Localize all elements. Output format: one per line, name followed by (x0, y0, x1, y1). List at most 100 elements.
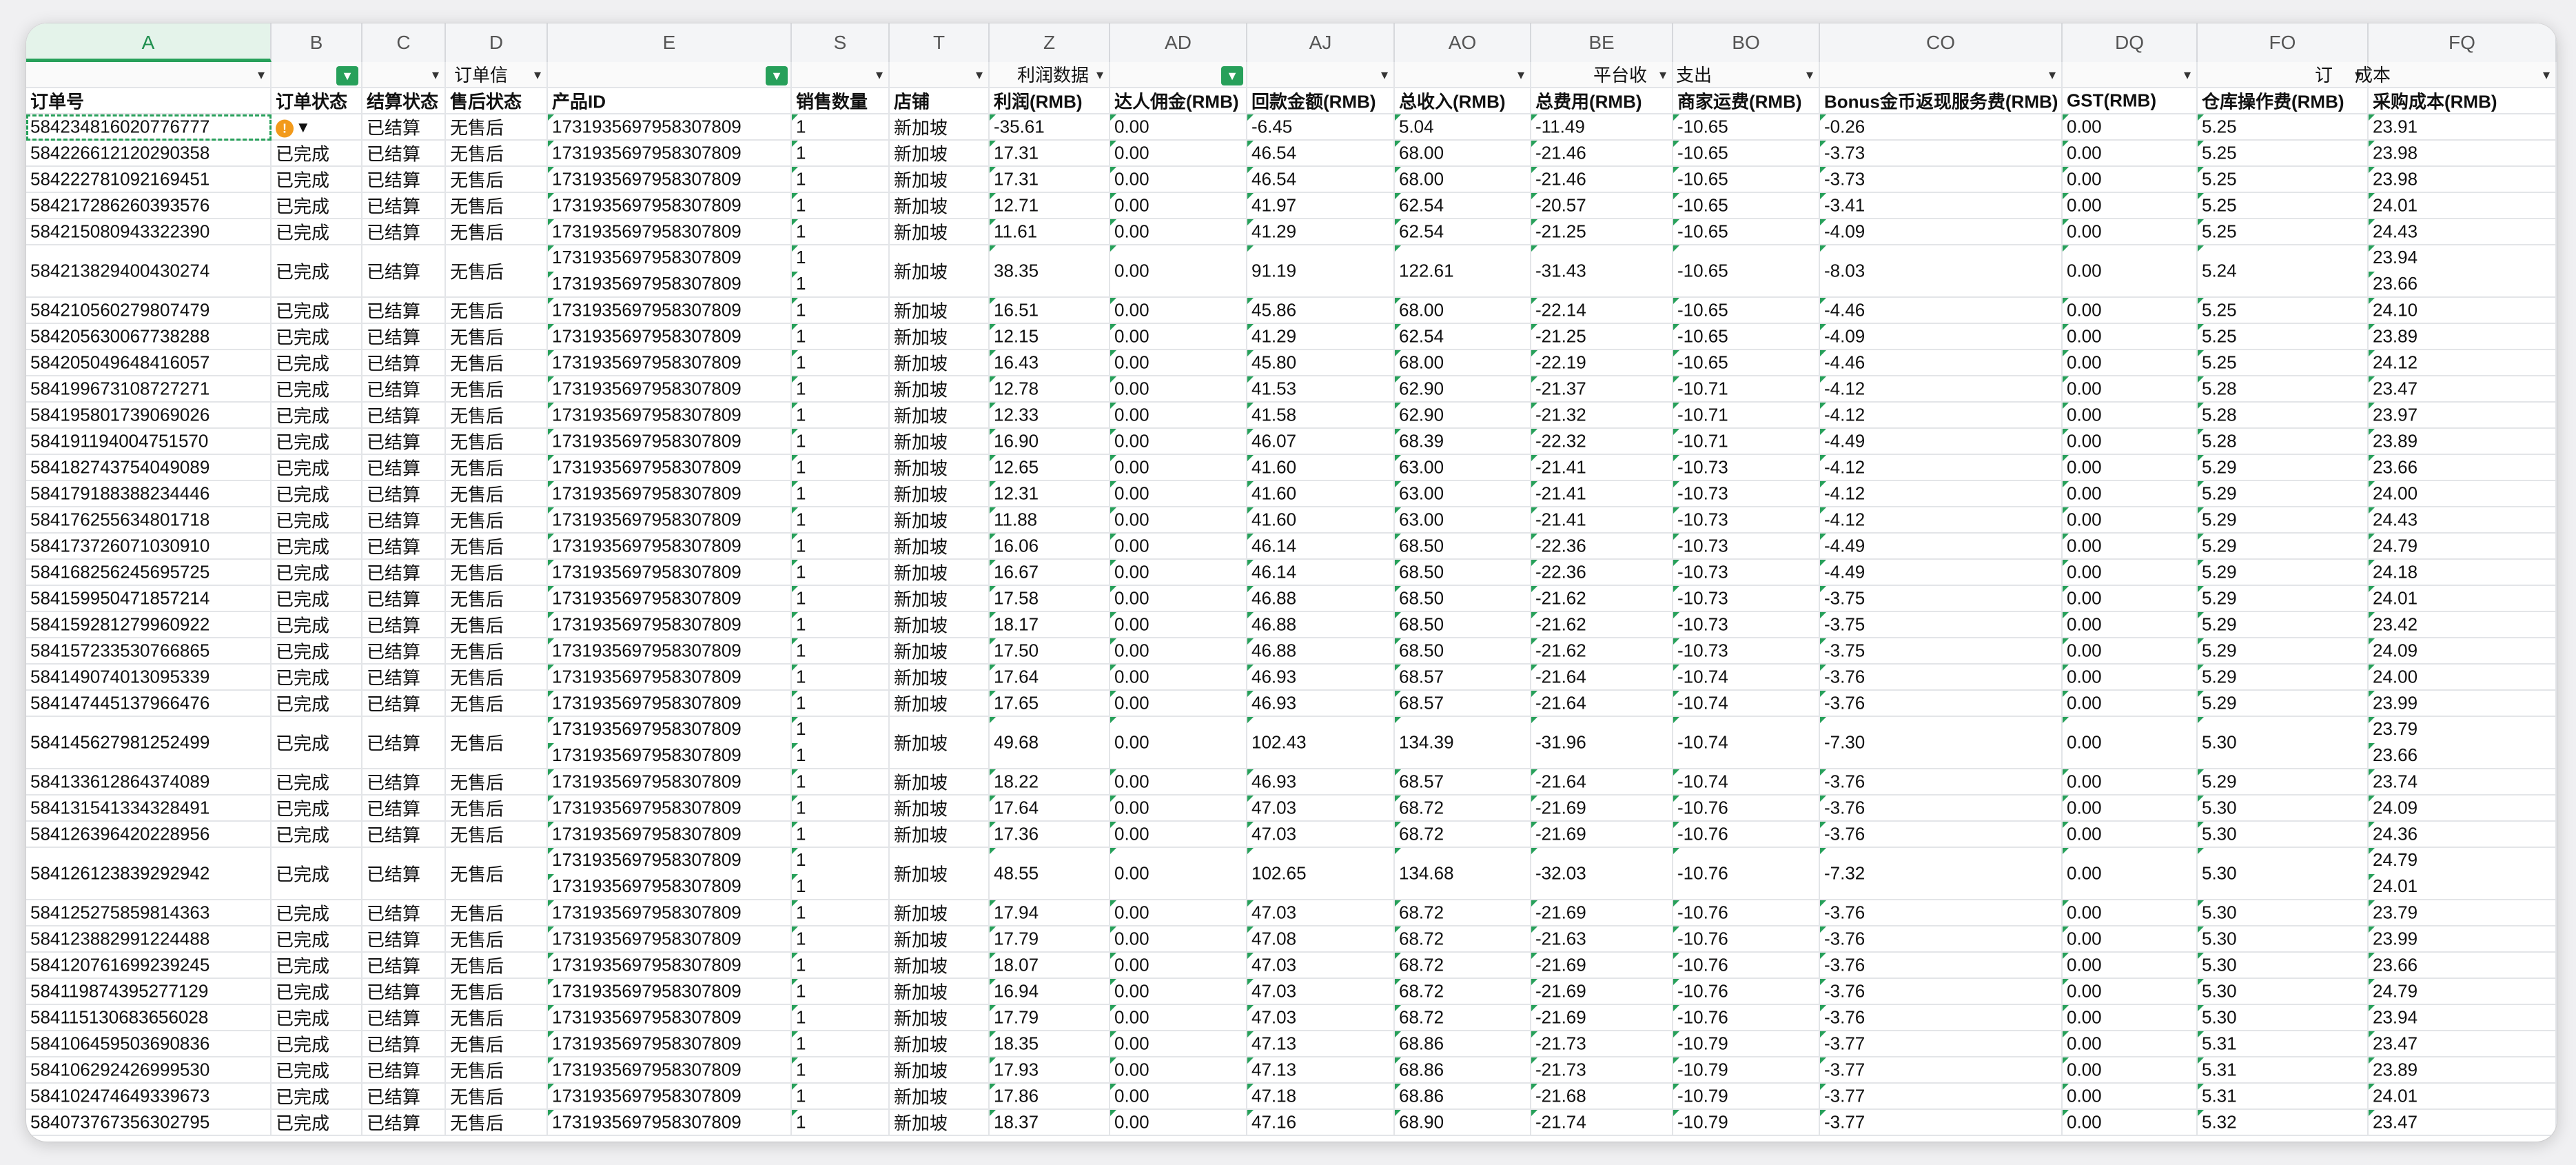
cell-bo[interactable]: -10.71 (1673, 376, 1820, 401)
cell-bo[interactable]: -10.76 (1673, 796, 1820, 820)
table-row[interactable]: 584205630067738288 已完成 已结算 无售后 1731935697958… (26, 324, 2557, 350)
cell-ad[interactable]: 0.00 (1110, 1005, 1247, 1030)
cell-fo[interactable]: 5.29 (2198, 769, 2369, 794)
cell-fo[interactable]: 5.28 (2198, 429, 2369, 454)
cell-aj[interactable]: 46.14 (1247, 534, 1395, 558)
cell-a[interactable]: 584205630067738288 (26, 324, 272, 349)
cell-e[interactable]: 1731935697958307809 (548, 769, 792, 794)
cell-d[interactable]: 无售后 (446, 376, 548, 401)
cell-t[interactable]: 新加坡 (890, 507, 990, 532)
cell-ao[interactable]: 68.72 (1395, 900, 1531, 925)
cell-e[interactable]: 1731935697958307809 (548, 376, 792, 401)
cell-bo[interactable]: -10.74 (1673, 665, 1820, 689)
cell-e[interactable]: 1731935697958307809 (548, 691, 792, 716)
cell-s[interactable]: 1 (792, 612, 890, 637)
cell-co[interactable]: -3.77 (1820, 1084, 2063, 1108)
cell-fq[interactable]: 24.79 (2369, 534, 2557, 558)
filter-cell-dq[interactable]: ▾ (2063, 62, 2198, 87)
cell-aj[interactable]: 102.43 (1247, 717, 1395, 768)
cell-fq[interactable]: 23.66 (2369, 953, 2557, 977)
cell-aj[interactable]: -6.45 (1247, 114, 1395, 139)
cell-fq[interactable]: 23.94 23.66 (2369, 245, 2557, 296)
cell-co[interactable]: -3.73 (1820, 141, 2063, 165)
cell-ao[interactable]: 68.50 (1395, 612, 1531, 637)
cell-s[interactable]: 1 (792, 507, 890, 532)
table-row[interactable]: 584217286260393576 已完成 已结算 无售后 1731935697958… (26, 193, 2557, 219)
table-row[interactable]: 584149074013095339 已完成 已结算 无售后 1731935697958… (26, 665, 2557, 691)
cell-a[interactable]: 584126396420228956 (26, 822, 272, 847)
cell-t[interactable]: 新加坡 (890, 691, 990, 716)
cell-co[interactable]: -4.46 (1820, 350, 2063, 375)
cell-t[interactable]: 新加坡 (890, 1031, 990, 1056)
header-cell-d[interactable]: 售后状态 (446, 88, 548, 113)
cell-aj[interactable]: 47.16 (1247, 1110, 1395, 1135)
cell-dq[interactable]: 0.00 (2063, 455, 2198, 480)
cell-d[interactable]: 无售后 (446, 219, 548, 244)
table-row[interactable]: 584226612120290358 已完成 已结算 无售后 1731935697958… (26, 141, 2557, 167)
cell-bo[interactable]: -10.76 (1673, 822, 1820, 847)
table-row[interactable]: 584126396420228956 已完成 已结算 无售后 1731935697958… (26, 822, 2557, 848)
cell-a[interactable]: 584159950471857214 (26, 586, 272, 611)
cell-e[interactable]: 1731935697958307809 (548, 1110, 792, 1135)
cell-ao[interactable]: 62.54 (1395, 219, 1531, 244)
cell-b[interactable]: 已完成 (272, 717, 362, 768)
cell-z[interactable]: 17.50 (990, 638, 1110, 663)
cell-t[interactable]: 新加坡 (890, 481, 990, 506)
cell-ao[interactable]: 68.90 (1395, 1110, 1531, 1135)
cell-a[interactable]: 584157233530766865 (26, 638, 272, 663)
table-row[interactable]: 584234816020776777! ▾ 已结算 无售后 1731935697958… (26, 114, 2557, 141)
cell-e[interactable]: 1731935697958307809 (548, 298, 792, 323)
cell-e[interactable]: 1731935697958307809 (548, 429, 792, 454)
cell-t[interactable]: 新加坡 (890, 376, 990, 401)
cell-fq[interactable]: 24.12 (2369, 350, 2557, 375)
cell-ad[interactable]: 0.00 (1110, 900, 1247, 925)
cell-fo[interactable]: 5.31 (2198, 1084, 2369, 1108)
cell-z[interactable]: 17.31 (990, 167, 1110, 192)
cell-ad[interactable]: 0.00 (1110, 1057, 1247, 1082)
cell-a[interactable]: 584120761699239245 (26, 953, 272, 977)
cell-be[interactable]: -21.62 (1531, 586, 1673, 611)
cell-ao[interactable]: 68.72 (1395, 1005, 1531, 1030)
header-cell-c[interactable]: 结算状态 (362, 88, 446, 113)
table-row[interactable]: 584126123839292942 已完成 已结算 无售后 1731935697958… (26, 848, 2557, 900)
cell-s[interactable]: 1 (792, 298, 890, 323)
cell-s[interactable]: 1 (792, 691, 890, 716)
cell-dq[interactable]: 0.00 (2063, 900, 2198, 925)
cell-c[interactable]: 已结算 (362, 796, 446, 820)
cell-aj[interactable]: 46.14 (1247, 560, 1395, 585)
cell-dq[interactable]: 0.00 (2063, 560, 2198, 585)
header-cell-fq[interactable]: 采购成本(RMB) (2369, 88, 2557, 113)
cell-co[interactable]: -3.77 (1820, 1057, 2063, 1082)
cell-fq[interactable]: 23.79 23.66 (2369, 717, 2557, 768)
cell-bo[interactable]: -10.73 (1673, 534, 1820, 558)
cell-fo[interactable]: 5.29 (2198, 612, 2369, 637)
cell-fo[interactable]: 5.30 (2198, 796, 2369, 820)
cell-ao[interactable]: 68.86 (1395, 1031, 1531, 1056)
cell-e[interactable]: 1731935697958307809 (548, 953, 792, 977)
cell-t[interactable]: 新加坡 (890, 324, 990, 349)
cell-b[interactable]: 已完成 (272, 612, 362, 637)
cell-co[interactable]: -0.26 (1820, 114, 2063, 139)
cell-aj[interactable]: 102.65 (1247, 848, 1395, 899)
cell-ao[interactable]: 68.50 (1395, 560, 1531, 585)
cell-fo[interactable]: 5.30 (2198, 900, 2369, 925)
cell-d[interactable]: 无售后 (446, 717, 548, 768)
cell-s[interactable]: 1 (792, 193, 890, 218)
cell-aj[interactable]: 41.60 (1247, 455, 1395, 480)
cell-aj[interactable]: 46.88 (1247, 612, 1395, 637)
cell-fq[interactable]: 23.94 (2369, 1005, 2557, 1030)
cell-t[interactable]: 新加坡 (890, 900, 990, 925)
cell-ad[interactable]: 0.00 (1110, 481, 1247, 506)
cell-b[interactable]: 已完成 (272, 1031, 362, 1056)
cell-dq[interactable]: 0.00 (2063, 324, 2198, 349)
table-row[interactable]: 584147445137966476 已完成 已结算 无售后 1731935697958… (26, 691, 2557, 717)
cell-d[interactable]: 无售后 (446, 769, 548, 794)
cell-bo[interactable]: -10.73 (1673, 560, 1820, 585)
cell-co[interactable]: -4.49 (1820, 534, 2063, 558)
table-row[interactable]: 584176255634801718 已完成 已结算 无售后 1731935697958… (26, 507, 2557, 534)
filter-active-icon[interactable]: ▼ (1221, 66, 1243, 85)
cell-aj[interactable]: 47.13 (1247, 1057, 1395, 1082)
cell-b[interactable]: 已完成 (272, 638, 362, 663)
column-header-co[interactable]: CO (1820, 23, 2063, 62)
cell-fo[interactable]: 5.25 (2198, 167, 2369, 192)
